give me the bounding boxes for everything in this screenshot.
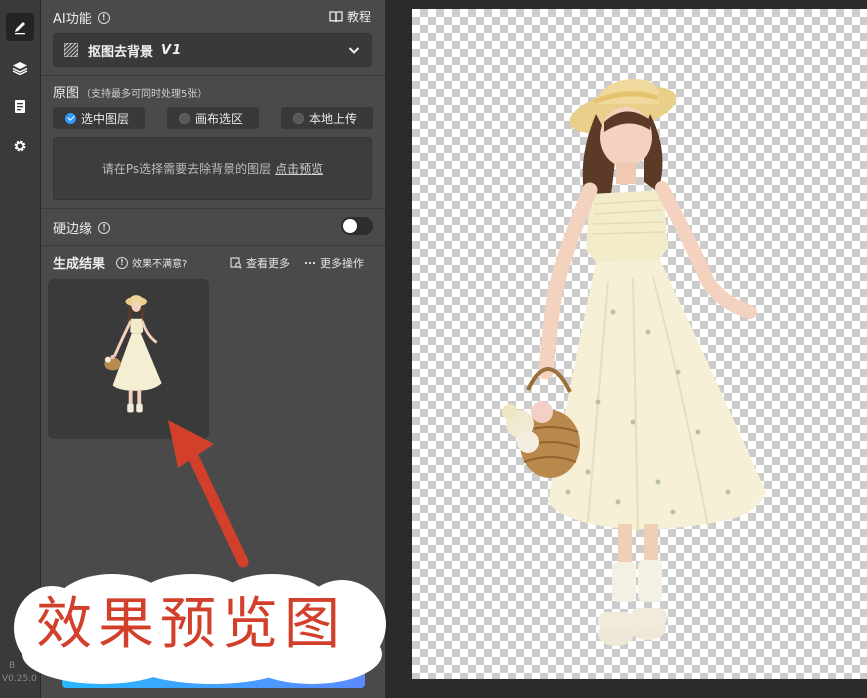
hard-edge-toggle[interactable]: [341, 217, 373, 235]
radio-checked-icon: [65, 112, 76, 124]
more-dots-icon: [304, 261, 316, 265]
view-more-label: 查看更多: [246, 257, 290, 270]
info-icon: !: [116, 256, 128, 269]
source-header: 原图 （支持最多可同时处理5张）: [53, 82, 207, 101]
more-ops-button[interactable]: 更多操作: [304, 255, 364, 271]
option-label: 选中图层: [81, 111, 130, 126]
stripes-icon: [64, 43, 78, 57]
result-title: 生成结果: [53, 257, 106, 272]
result-header: 生成结果 ! 效果不满意? 查看更多 更多操作: [53, 253, 373, 272]
hard-edge-row: 硬边缘 !: [53, 216, 373, 237]
pen-icon[interactable]: [6, 13, 34, 41]
info-icon[interactable]: !: [98, 221, 111, 234]
clipboard-icon[interactable]: [6, 92, 34, 120]
divider: [41, 208, 385, 209]
divider: [41, 75, 385, 76]
source-hint-box: 请在Ps选择需要去除背景的图层 点击预览: [53, 137, 372, 200]
unsatisfied-link[interactable]: ! 效果不满意?: [116, 255, 187, 270]
tutorial-link[interactable]: 教程: [329, 8, 371, 25]
radio-icon: [293, 112, 304, 124]
chevron-down-icon: [348, 47, 360, 54]
thumbnail-figure: [104, 295, 162, 413]
more-ops-label: 更多操作: [320, 257, 364, 270]
search-list-icon: [230, 257, 242, 269]
dropdown-label: 抠图去背景: [88, 44, 154, 60]
source-note: （支持最多可同时处理5张）: [81, 89, 208, 100]
option-canvas-selection[interactable]: 画布选区: [167, 107, 259, 129]
option-local-upload[interactable]: 本地上传: [281, 107, 373, 129]
gear-icon[interactable]: [6, 132, 34, 160]
hint-text: 请在Ps选择需要去除背景的图层: [101, 162, 272, 176]
callout-text: 效果预览图: [36, 592, 346, 657]
feature-dropdown[interactable]: 抠图去背景 V1: [53, 33, 372, 67]
layers-icon[interactable]: [6, 54, 34, 82]
cutout-figure: [502, 79, 766, 646]
view-more-button[interactable]: 查看更多: [230, 255, 290, 271]
divider: [41, 245, 385, 246]
dropdown-version: V1: [161, 42, 183, 58]
hard-edge-label: 硬边缘: [53, 222, 93, 237]
ai-section-title: AI功能: [53, 12, 92, 27]
tutorial-label: 教程: [346, 10, 371, 24]
option-selected-layer[interactable]: 选中图层: [53, 107, 145, 129]
ai-section-header: AI功能 !: [53, 8, 110, 27]
option-label: 本地上传: [309, 111, 358, 126]
result-thumbnail[interactable]: [48, 279, 209, 439]
hard-edge-header: 硬边缘 !: [53, 218, 111, 237]
preview-link[interactable]: 点击预览: [275, 160, 323, 177]
option-label: 画布选区: [195, 111, 244, 126]
radio-icon: [179, 112, 190, 124]
unsatisfied-label: 效果不满意?: [132, 259, 188, 270]
book-icon: [329, 10, 343, 22]
source-title: 原图: [53, 86, 80, 101]
info-icon[interactable]: !: [97, 11, 110, 24]
